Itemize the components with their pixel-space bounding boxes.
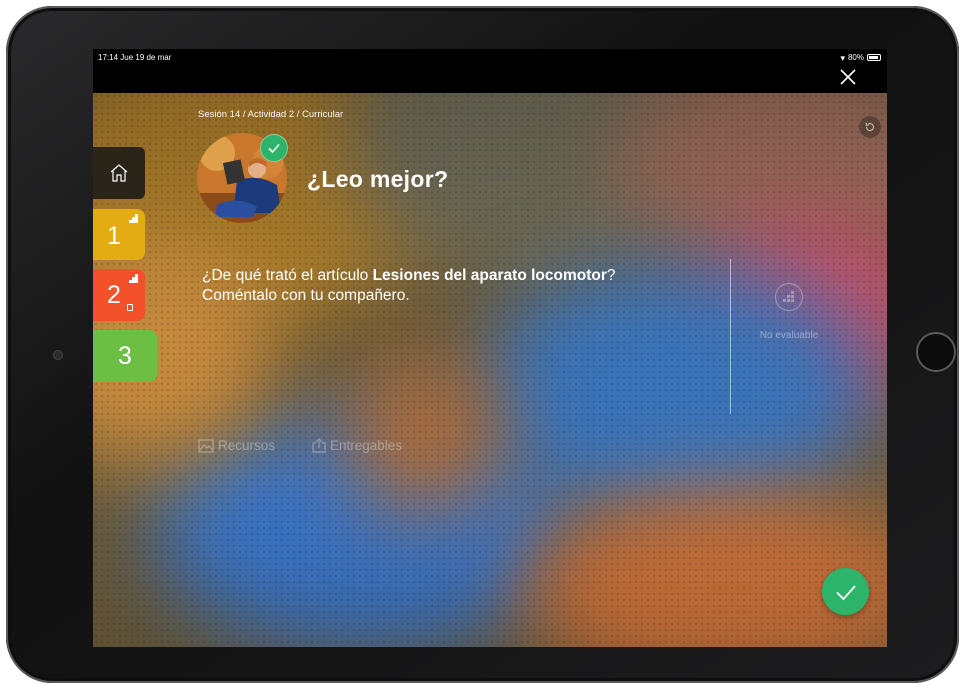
deliverables-label: Entregables [330,438,403,453]
lock-icon [127,304,133,311]
question-instruction: Coméntalo con tu compañero. [202,287,410,304]
check-icon [835,584,856,600]
battery-icon [867,54,881,61]
submit-button[interactable] [822,568,869,615]
resources-link[interactable]: Recursos [198,438,275,453]
activity-title: ¿Leo mejor? [307,166,449,192]
reset-icon [865,122,874,132]
grid-icon [783,291,794,302]
status-bar: 17:14 Jue 19 de mar ▾ 80% [93,49,887,69]
question-text-pre: ¿De qué trató el artículo [202,267,373,284]
completed-badge [260,134,288,162]
evaluation-label: No evaluable [759,330,819,341]
upload-icon [312,438,326,453]
reset-button[interactable] [859,116,881,138]
evaluation-grid-icon [775,283,803,311]
question-text-post: ? [606,267,616,284]
question-article-title: Lesiones del aparato locomotor [372,267,607,284]
tab-3-label: 3 [118,342,132,370]
activity-question: ¿De qué trató el artículo Lesiones del a… [202,266,722,306]
tab-activity-3[interactable]: 3 [93,330,157,382]
status-right: ▾ 80% [840,53,881,62]
close-icon [840,69,856,85]
close-button[interactable] [838,67,858,87]
check-icon [268,143,280,154]
tab-home[interactable] [93,147,145,199]
screen: 17:14 Jue 19 de mar ▾ 80% Sesión 14 / Ac… [93,49,887,647]
grid-icon [129,214,139,223]
image-icon [198,438,214,453]
status-time: 17:14 Jue 19 de mar [98,53,172,62]
tab-1-label: 1 [107,222,121,250]
tab-activity-1[interactable]: 1 [93,209,145,260]
home-icon [110,164,128,182]
deliverables-link[interactable]: Entregables [312,438,402,453]
breadcrumb: Sesión 14 / Actividad 2 / Curricular [198,109,344,120]
home-button[interactable] [916,332,956,372]
tab-activity-2[interactable]: 2 [93,269,145,321]
tab-2-label: 2 [107,281,121,309]
grid-icon [129,274,139,283]
battery-percent: 80% [847,53,864,62]
wifi-icon: ▾ [840,52,845,63]
resources-label: Recursos [218,438,276,453]
divider [730,259,731,414]
front-camera [53,350,63,360]
